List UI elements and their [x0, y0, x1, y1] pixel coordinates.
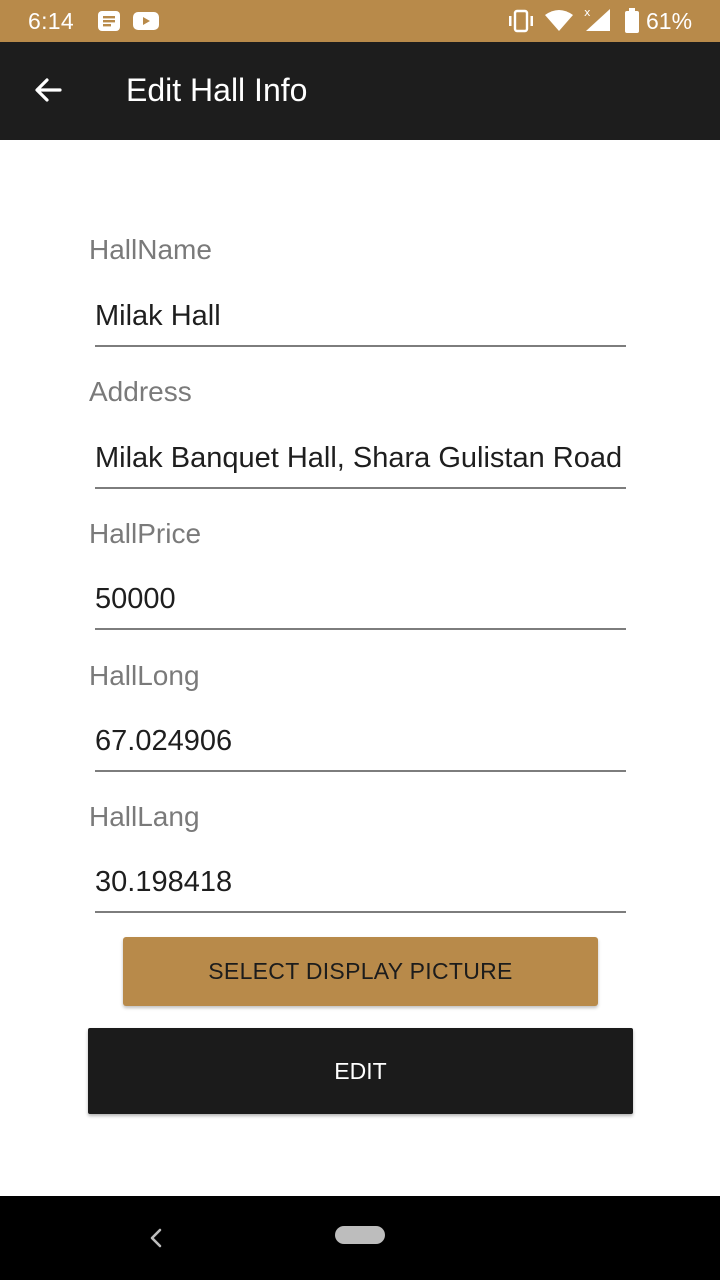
youtube-icon — [132, 10, 160, 37]
battery-icon — [624, 8, 640, 39]
system-nav-bar — [0, 1196, 720, 1280]
nav-back-icon — [150, 1228, 162, 1248]
back-button[interactable] — [22, 64, 74, 116]
wifi-icon — [544, 9, 574, 38]
status-bar: 6:14 x 61% — [0, 0, 720, 42]
vibrate-icon — [507, 9, 535, 38]
svg-text:x: x — [584, 6, 591, 19]
address-field[interactable] — [95, 429, 626, 489]
halllong-label: HallLong — [89, 660, 200, 691]
halllang-label: HallLang — [89, 801, 200, 832]
app-bar: Edit Hall Info — [0, 42, 720, 140]
hallname-label: HallName — [89, 234, 212, 265]
arrow-back-icon — [35, 78, 62, 102]
address-label: Address — [89, 376, 192, 407]
hallprice-field[interactable] — [95, 570, 626, 630]
signal-icon: x — [582, 6, 612, 37]
nav-home-pill[interactable] — [335, 1226, 385, 1244]
notes-icon — [97, 10, 121, 37]
select-display-picture-button[interactable]: SELECT DISPLAY PICTURE — [123, 937, 598, 1006]
status-time: 6:14 — [28, 8, 74, 34]
hallprice-label: HallPrice — [89, 518, 202, 549]
nav-back-button[interactable] — [140, 1222, 172, 1254]
hallname-field[interactable] — [95, 287, 626, 347]
edit-button[interactable]: EDIT — [88, 1028, 633, 1114]
page-title: Edit Hall Info — [126, 72, 308, 108]
halllong-field[interactable] — [95, 712, 626, 772]
battery-percent: 61% — [646, 8, 693, 34]
halllang-field[interactable] — [95, 853, 626, 913]
